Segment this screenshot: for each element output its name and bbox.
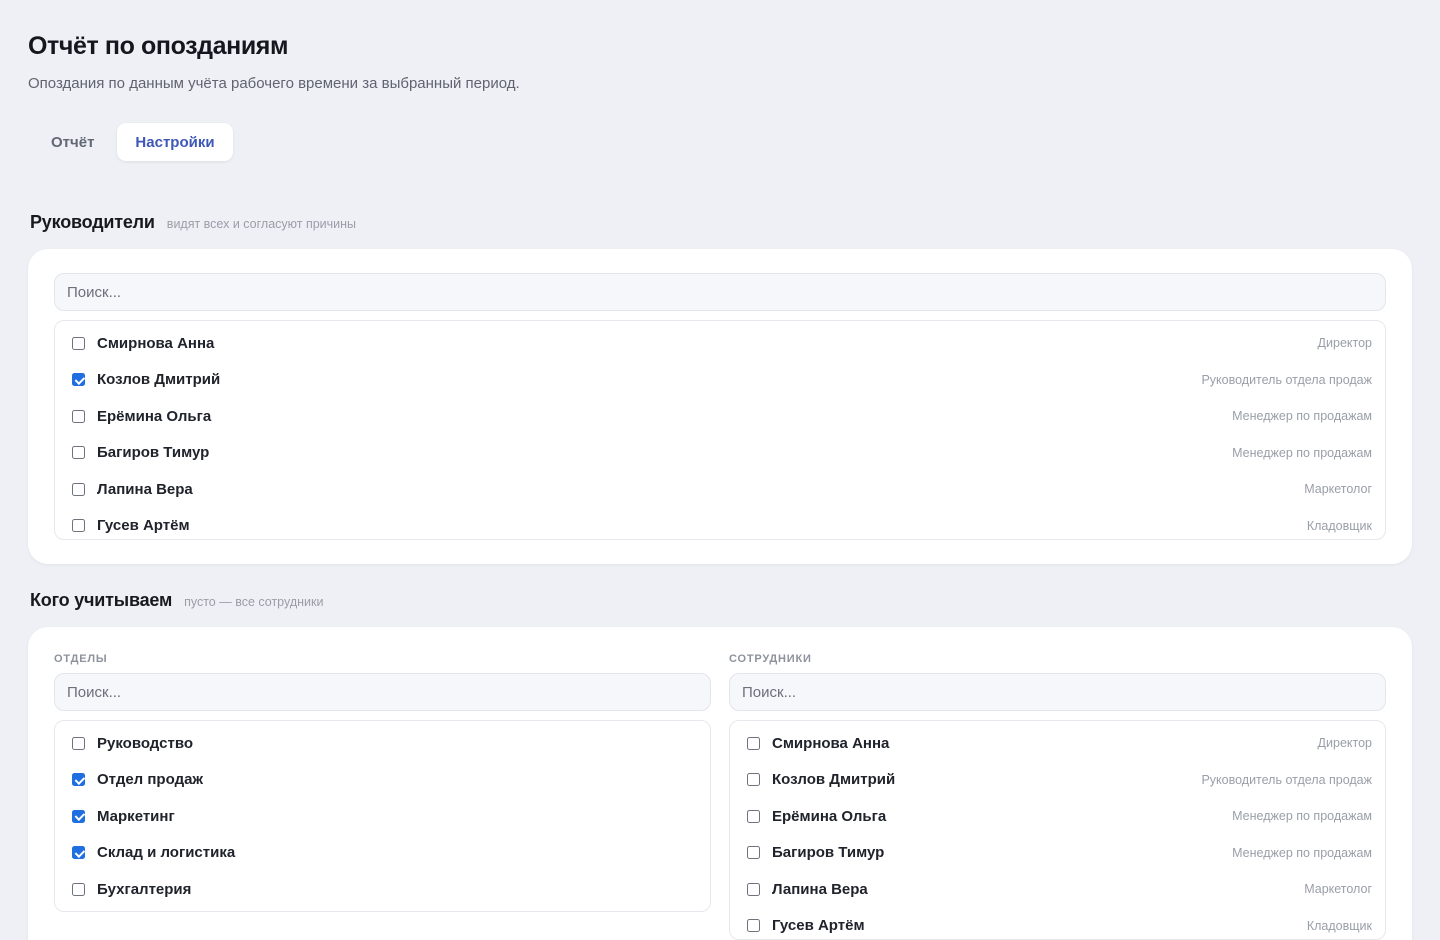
- employee-role: Директор: [1317, 736, 1372, 750]
- department-name: Отдел продаж: [97, 771, 204, 788]
- scope-section-title: Кого учитываем: [30, 590, 173, 610]
- employee-role: Маркетолог: [1304, 882, 1372, 896]
- tab-bar: Отчёт Настройки: [28, 123, 233, 161]
- employee-row[interactable]: Гусев Артём Кладовщик: [730, 908, 1385, 940]
- manager-role: Менеджер по продажам: [1232, 409, 1372, 423]
- manager-name: Ерёмина Ольга: [97, 407, 212, 425]
- department-row[interactable]: Склад и логистика: [55, 835, 710, 871]
- manager-checkbox[interactable]: [72, 336, 85, 350]
- manager-checkbox[interactable]: [72, 409, 85, 423]
- department-name: Маркетинг: [97, 807, 175, 825]
- tab-report[interactable]: Отчёт: [28, 123, 117, 161]
- manager-row[interactable]: Ерёмина Ольга Менеджер по продажам: [55, 398, 1385, 434]
- manager-name: Смирнова Анна: [97, 334, 215, 352]
- employee-row[interactable]: Смирнова Анна Директор: [730, 725, 1385, 761]
- employee-role: Руководитель отдела продаж: [1201, 772, 1372, 787]
- managers-section-header: Руководители видят всех и согласуют прич…: [30, 212, 356, 233]
- employee-name: Багиров Тимур: [772, 844, 885, 861]
- employee-role: Менеджер по продажам: [1232, 809, 1372, 823]
- scope-section-hint: пусто — все сотрудники: [184, 595, 324, 609]
- manager-checkbox[interactable]: [72, 446, 85, 459]
- employees-search-input[interactable]: [729, 673, 1386, 711]
- scope-card: Отделы Руководство Отдел продаж Маркетинг С…: [28, 627, 1412, 940]
- manager-role: Руководитель отдела продаж: [1201, 372, 1372, 387]
- employee-name: Гусев Артём: [772, 917, 865, 934]
- department-checkbox[interactable]: [72, 773, 85, 786]
- department-name: Руководство: [97, 734, 194, 752]
- employee-checkbox[interactable]: [747, 846, 760, 859]
- department-name: Бухгалтерия: [97, 880, 192, 898]
- employee-checkbox[interactable]: [747, 736, 760, 750]
- departments-search-input[interactable]: [54, 673, 711, 711]
- scope-section-header: Кого учитываем пусто — все сотрудники: [30, 590, 323, 611]
- departments-list: Руководство Отдел продаж Маркетинг Склад и …: [54, 720, 711, 912]
- employee-checkbox[interactable]: [747, 809, 760, 823]
- employees-label: Сотрудники: [729, 653, 812, 665]
- managers-card: Смирнова Анна Директор Козлов Дмитрий Руков…: [28, 249, 1412, 564]
- manager-row[interactable]: Гусев Артём Кладовщик: [55, 508, 1385, 540]
- managers-section-title: Руководители: [30, 212, 155, 232]
- manager-checkbox[interactable]: [72, 373, 85, 386]
- manager-role: Кладовщик: [1306, 518, 1372, 533]
- department-checkbox[interactable]: [72, 882, 85, 896]
- employee-checkbox[interactable]: [747, 773, 760, 786]
- employee-row[interactable]: Багиров Тимур Менеджер по продажам: [730, 835, 1385, 871]
- manager-role: Менеджер по продажам: [1232, 445, 1372, 460]
- tab-settings[interactable]: Настройки: [117, 123, 233, 161]
- employee-role: Менеджер по продажам: [1232, 845, 1372, 860]
- department-checkbox[interactable]: [72, 809, 85, 823]
- employees-list: Смирнова Анна Директор Козлов Дмитрий Руков…: [729, 720, 1386, 940]
- employee-name: Ерёмина Ольга: [772, 807, 887, 825]
- manager-name: Гусев Артём: [97, 517, 190, 534]
- employee-row[interactable]: Лапина Вера Маркетолог: [730, 871, 1385, 907]
- manager-checkbox[interactable]: [72, 482, 85, 496]
- manager-row[interactable]: Козлов Дмитрий Руководитель отдела продаж: [55, 362, 1385, 398]
- manager-name: Лапина Вера: [97, 480, 193, 498]
- page-title: Отчёт по опозданиям: [28, 32, 289, 60]
- managers-search-input[interactable]: [54, 273, 1386, 311]
- department-name: Склад и логистика: [97, 844, 236, 861]
- department-checkbox[interactable]: [72, 846, 85, 859]
- department-checkbox[interactable]: [72, 736, 85, 750]
- department-row[interactable]: Отдел продаж: [55, 762, 710, 798]
- employee-row[interactable]: Козлов Дмитрий Руководитель отдела продаж: [730, 762, 1385, 798]
- manager-name: Багиров Тимур: [97, 444, 210, 461]
- managers-list: Смирнова Анна Директор Козлов Дмитрий Руков…: [54, 320, 1386, 540]
- manager-row[interactable]: Багиров Тимур Менеджер по продажам: [55, 435, 1385, 471]
- employee-checkbox[interactable]: [747, 919, 760, 932]
- employee-role: Кладовщик: [1306, 918, 1372, 933]
- department-row[interactable]: Маркетинг: [55, 798, 710, 834]
- employee-name: Смирнова Анна: [772, 734, 890, 752]
- manager-row[interactable]: Смирнова Анна Директор: [55, 325, 1385, 361]
- employee-row[interactable]: Ерёмина Ольга Менеджер по продажам: [730, 798, 1385, 834]
- employee-name: Лапина Вера: [772, 880, 868, 898]
- manager-role: Директор: [1317, 336, 1372, 350]
- page-subtitle: Опоздания по данным учёта рабочего време…: [28, 75, 520, 92]
- department-row[interactable]: Руководство: [55, 725, 710, 761]
- departments-label: Отделы: [54, 653, 108, 665]
- manager-name: Козлов Дмитрий: [97, 371, 221, 388]
- manager-row[interactable]: Лапина Вера Маркетолог: [55, 471, 1385, 507]
- department-row[interactable]: Бухгалтерия: [55, 871, 710, 907]
- manager-role: Маркетолог: [1304, 482, 1372, 496]
- employee-checkbox[interactable]: [747, 882, 760, 896]
- manager-checkbox[interactable]: [72, 519, 85, 532]
- employee-name: Козлов Дмитрий: [772, 771, 896, 788]
- managers-section-hint: видят всех и согласуют причины: [166, 217, 357, 231]
